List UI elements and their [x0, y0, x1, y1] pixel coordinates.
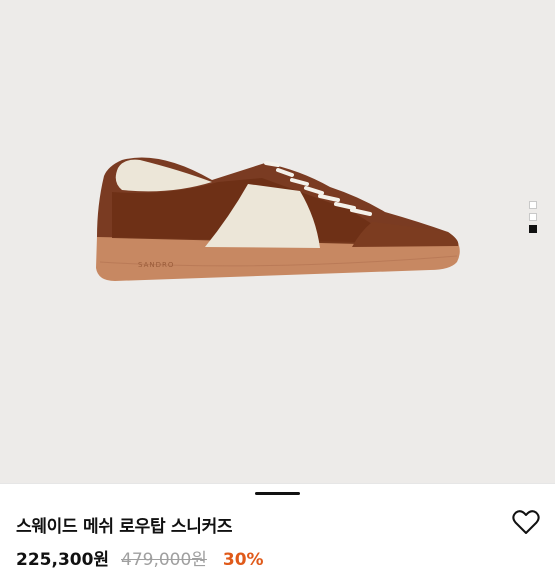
pagination-dot[interactable] [529, 213, 537, 221]
image-pagination [528, 201, 538, 237]
price-row: 225,300원 479,000원 30% [16, 545, 264, 570]
sheet-handle-indicator [255, 492, 300, 495]
product-image-area[interactable]: SANDRO [0, 0, 555, 483]
divider [0, 483, 555, 484]
discount-rate: 30% [222, 550, 264, 570]
original-price: 479,000원 [121, 550, 207, 570]
product-title: 스웨이드 메쉬 로우탑 스니커즈 [16, 517, 233, 537]
pagination-dot[interactable] [529, 201, 537, 209]
brand-mark: SANDRO [138, 261, 174, 269]
pagination-dot-active[interactable] [529, 225, 537, 233]
sneaker-image: SANDRO [96, 157, 460, 281]
heart-outline-icon[interactable] [512, 509, 540, 535]
sale-price: 225,300원 [16, 550, 110, 570]
